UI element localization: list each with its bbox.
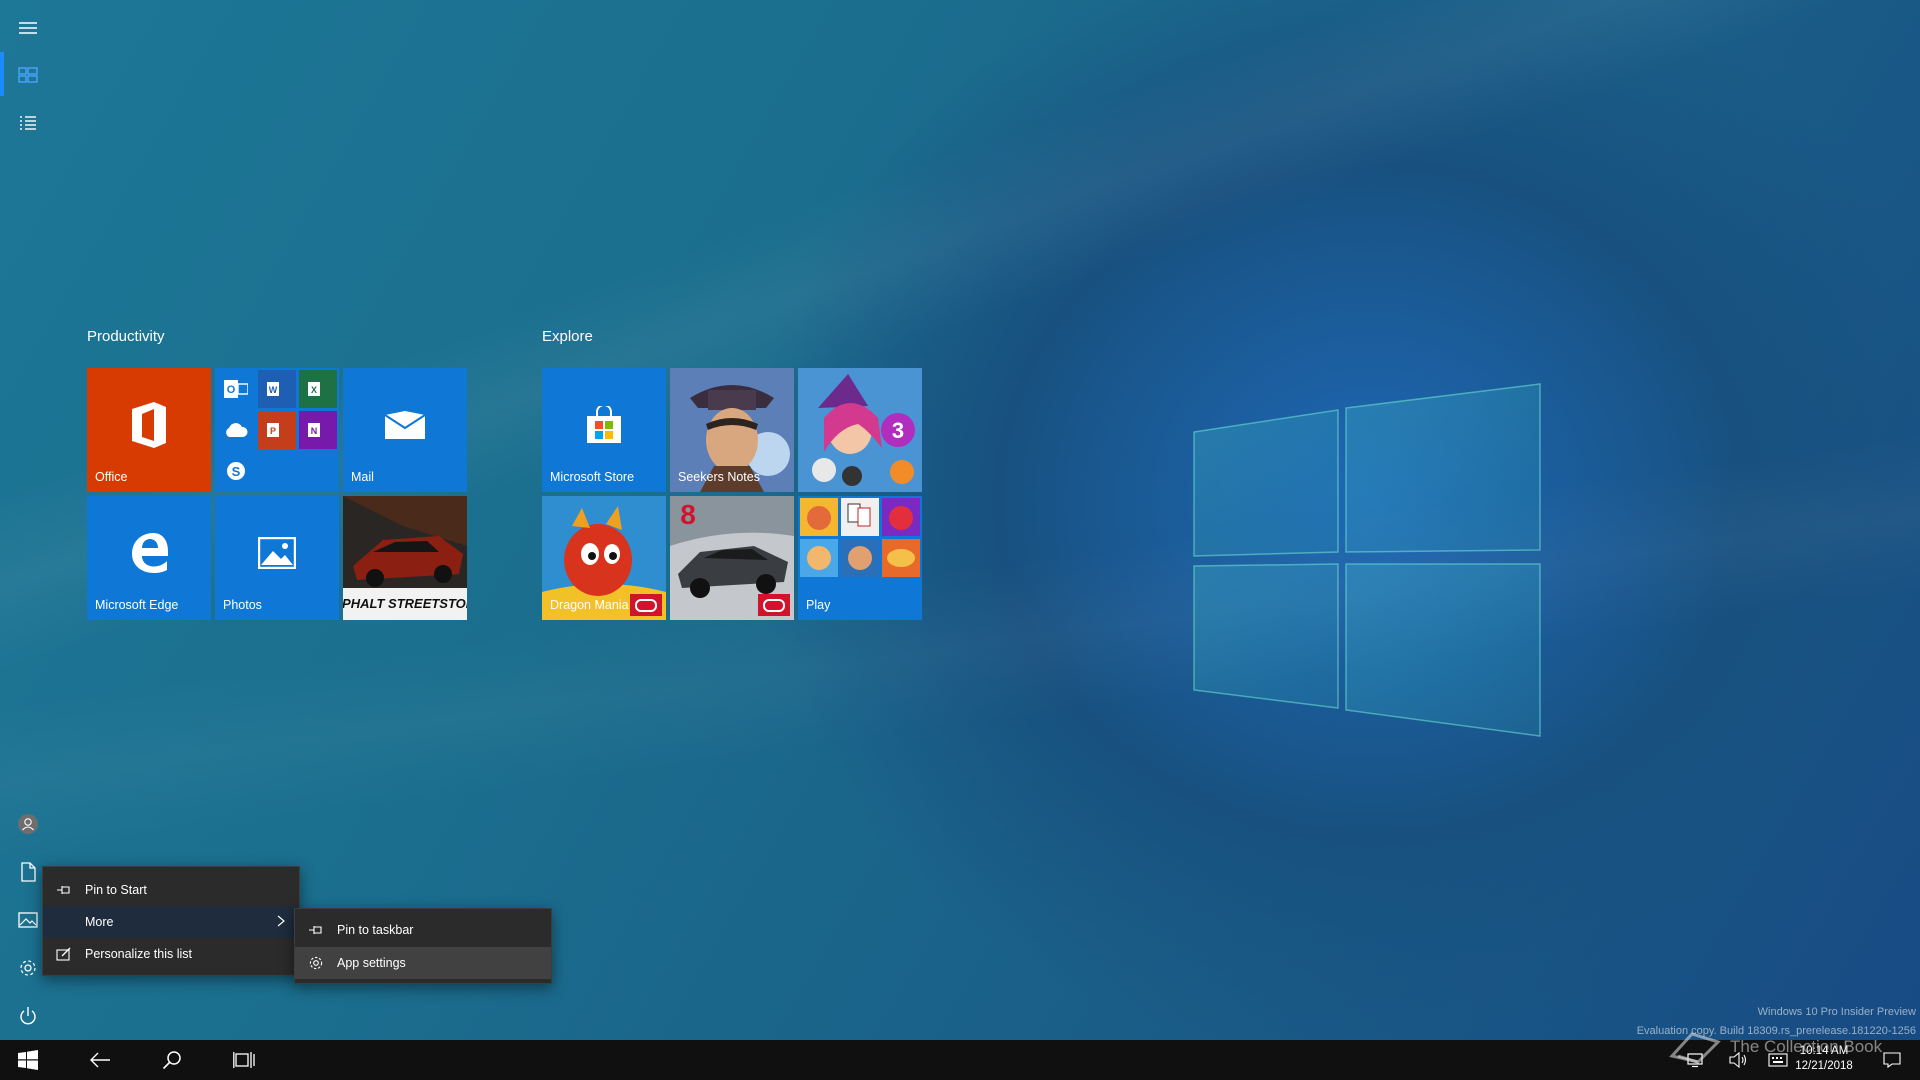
personalize-icon [43,947,85,961]
menu-item-label: More [85,915,114,929]
svg-text:O: O [227,384,236,396]
taskbar: 10:14 AM 12/21/2018 [0,1040,1920,1080]
onenote-icon: N [299,411,337,449]
tile-label: Seekers Notes [678,470,760,484]
menu-item-app-settings[interactable]: App settings [295,947,551,979]
powerpoint-icon: P [258,411,296,449]
documents-icon [21,862,36,882]
tile-asphalt-8[interactable]: 8 [670,496,794,620]
tile-label: Mail [351,470,374,484]
bubble-witch-game-icon: 3 [798,368,922,492]
outlook-icon: O [217,370,255,408]
task-view-icon [233,1052,255,1068]
search-icon [162,1051,181,1070]
menu-item-label: Pin to Start [85,883,147,897]
user-account-button[interactable] [0,800,56,848]
tile-microsoft-store[interactable]: Microsoft Store [542,368,666,492]
menu-item-label: Pin to taskbar [337,923,414,937]
tile-label: Microsoft Edge [95,598,179,612]
tile-label: Office [95,470,128,484]
menu-item-pin-to-taskbar[interactable]: Pin to taskbar [295,914,551,946]
tile-photos[interactable]: Photos [215,496,339,620]
power-button[interactable] [0,992,56,1040]
svg-text:W: W [269,385,278,395]
edge-icon [132,533,168,574]
power-icon [20,1007,36,1025]
group-title-explore[interactable]: Explore [542,328,593,345]
pinned-tiles-button[interactable] [0,51,56,99]
asphalt8-game-icon: 8 [670,496,794,620]
excel-icon: X [299,370,337,408]
photos-icon [258,537,296,570]
tile-office-apps-folder[interactable]: O W X P N S [215,368,339,492]
book-logo-icon [1669,1032,1721,1064]
search-button[interactable] [148,1040,196,1080]
tile-dragon-mania[interactable]: Dragon Mania [542,496,666,620]
chevron-right-icon [277,915,285,930]
context-submenu: Pin to taskbar App settings [294,908,552,984]
start-icon [18,1050,38,1070]
asphalt-logo-text: ASPHALT STREETSTORM [343,596,467,611]
tile-microsoft-edge[interactable]: Microsoft Edge [87,496,211,620]
asphalt8-number: 8 [680,499,696,530]
build-watermark-line1: Windows 10 Pro Insider Preview [1757,1006,1916,1018]
tile-office[interactable]: Office [87,368,211,492]
menu-item-pin-to-start[interactable]: Pin to Start [43,874,299,906]
svg-text:X: X [311,385,317,395]
task-view-button[interactable] [220,1040,268,1080]
start-button[interactable] [4,1040,52,1080]
svg-text:S: S [232,464,241,479]
user-avatar-icon [18,814,38,834]
back-icon [90,1052,110,1068]
mail-icon [384,411,426,440]
menu-item-label: Personalize this list [85,947,192,961]
back-button[interactable] [76,1040,124,1080]
store-icon [587,406,621,444]
skype-icon: S [217,452,255,490]
windows-wallpaper-logo [1193,383,1541,737]
tile-label: Microsoft Store [550,470,635,484]
tile-mail[interactable]: Mail [343,368,467,492]
hamburger-button[interactable] [0,4,56,52]
all-apps-button[interactable] [0,99,56,147]
pin-icon [43,884,85,896]
office-icon [132,402,166,449]
tile-label: Photos [223,598,262,612]
action-center-icon [1883,1052,1901,1068]
onedrive-icon [217,411,255,449]
brand-text: The Collection Book [1730,1037,1883,1056]
bubble-witch-number: 3 [892,418,904,443]
pinned-tiles-icon [18,67,38,83]
tile-label: Dragon Mania [550,598,629,612]
svg-text:N: N [311,426,318,436]
tile-bubble-witch[interactable]: 3 [798,368,922,492]
menu-item-more[interactable]: More [43,906,299,938]
group-title-productivity[interactable]: Productivity [87,328,165,345]
brand-watermark: The Collection Book [1668,1030,1882,1064]
asphalt-game-icon: ASPHALT STREETSTORM [343,496,467,620]
menu-item-label: App settings [337,956,406,970]
gear-icon [295,955,337,971]
settings-icon [20,960,36,976]
context-menu: Pin to Start More Personalize this list [42,866,300,976]
pin-icon [295,924,337,936]
pictures-icon [18,912,38,928]
tile-asphalt-streetstorm[interactable]: ASPHALT STREETSTORM [343,496,467,620]
svg-text:P: P [270,426,276,436]
all-apps-icon [20,116,36,130]
hamburger-icon [19,22,37,34]
word-icon: W [258,370,296,408]
menu-item-personalize-list[interactable]: Personalize this list [43,938,299,970]
tile-label: Play [806,598,831,612]
tile-play-folder[interactable]: Play [798,496,922,620]
tile-seekers-notes[interactable]: Seekers Notes [670,368,794,492]
